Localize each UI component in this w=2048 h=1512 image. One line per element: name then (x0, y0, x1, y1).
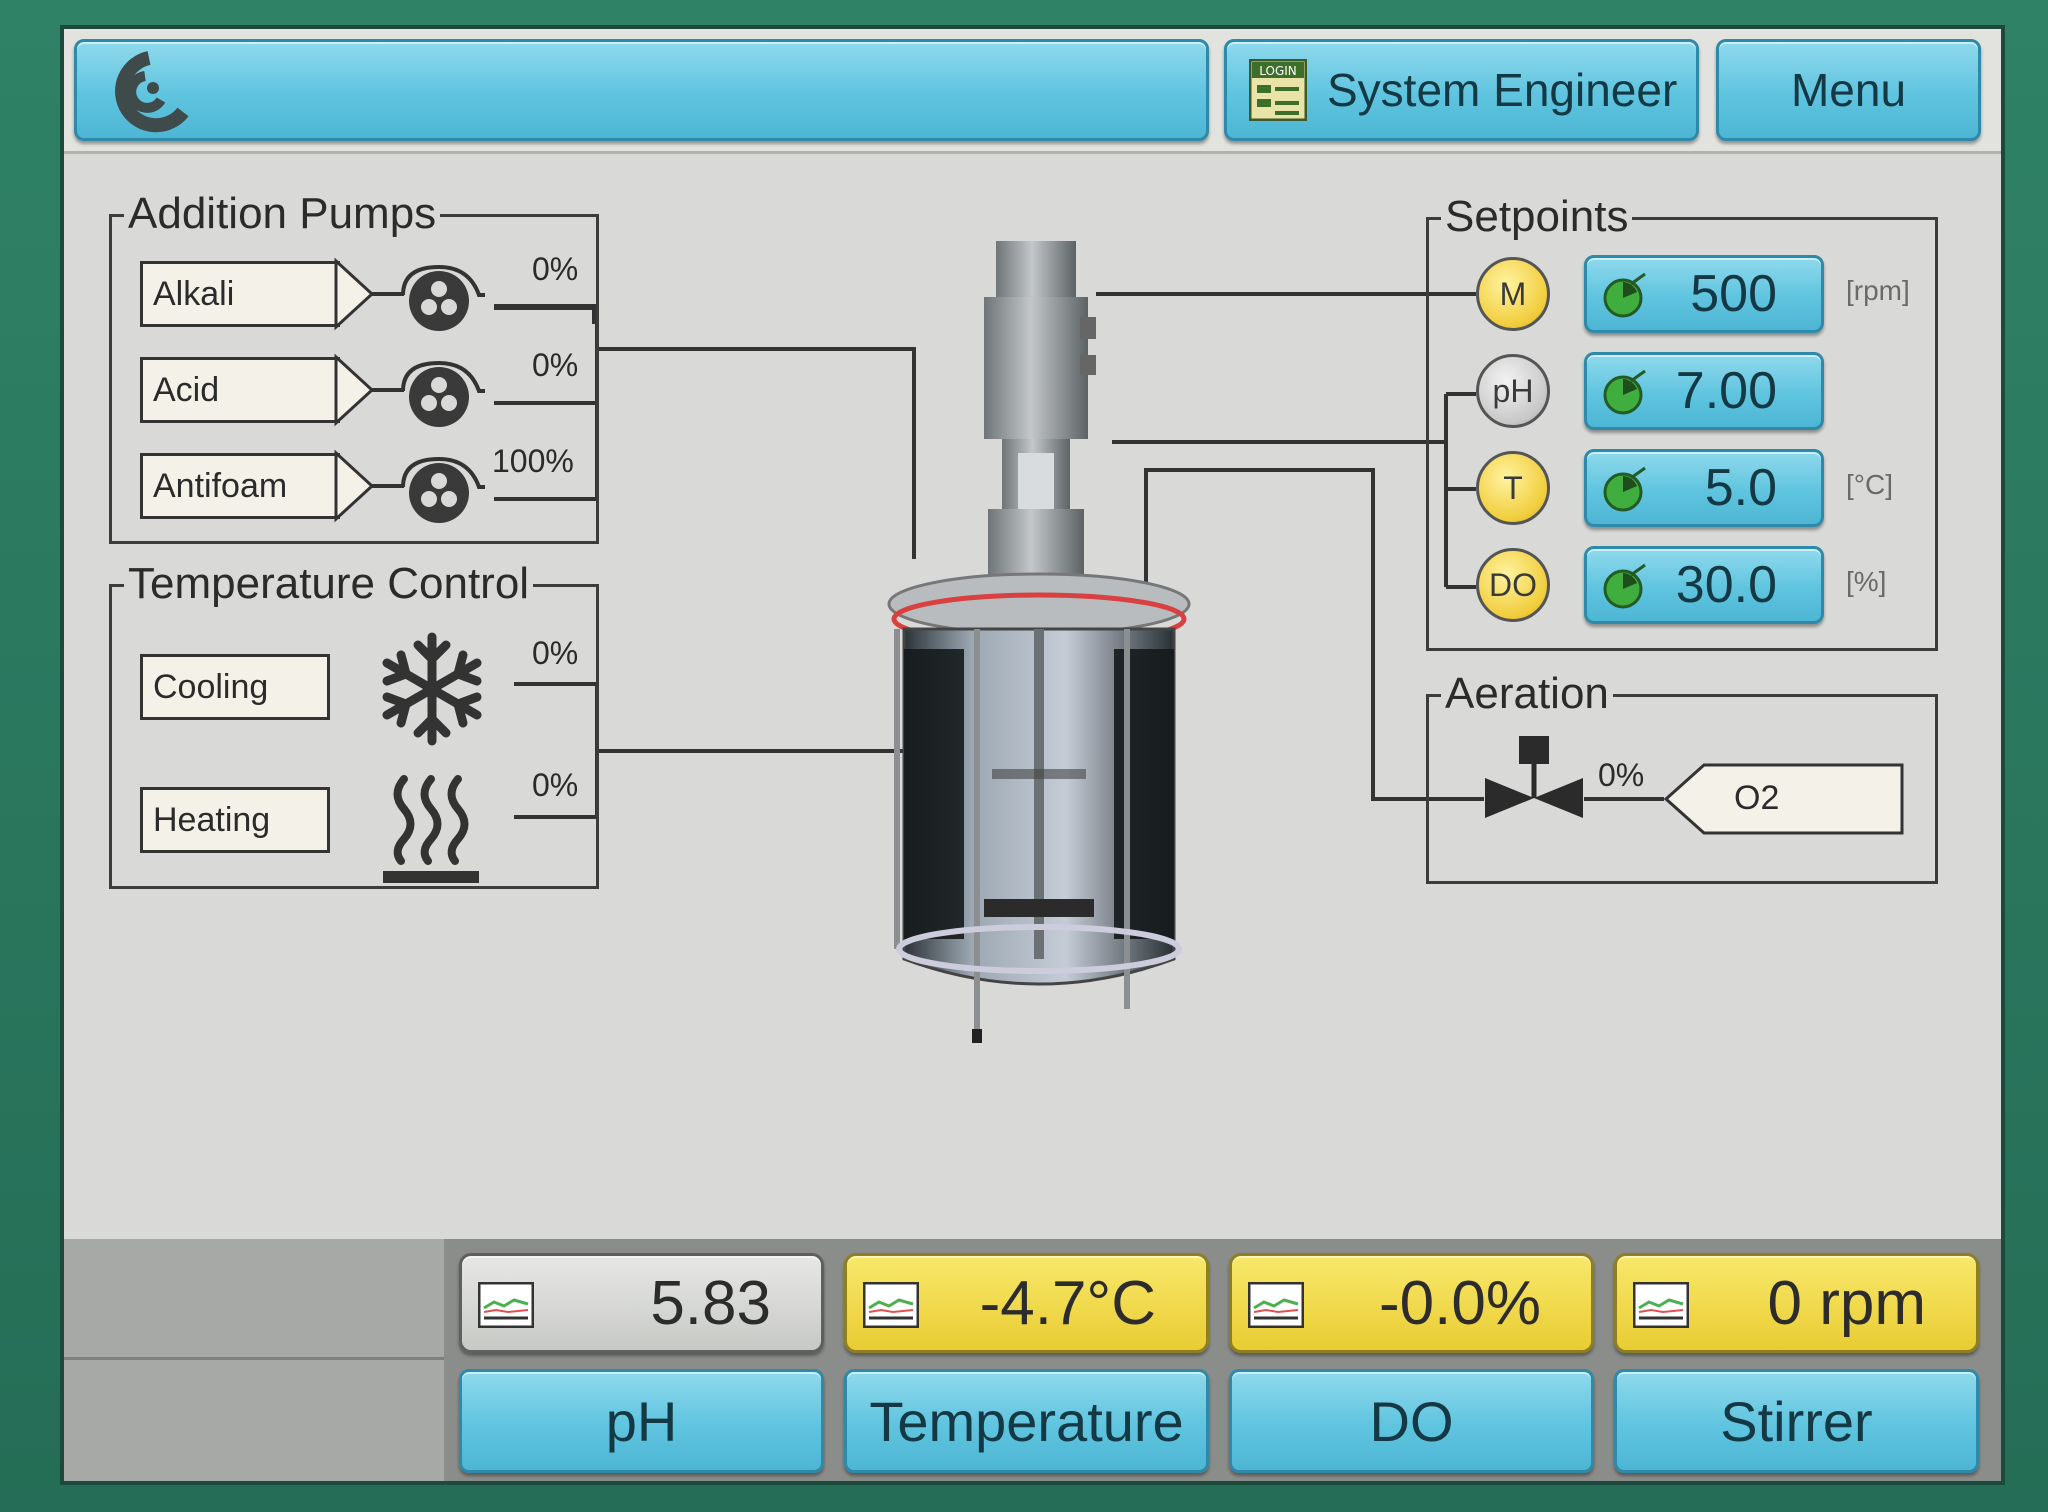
heating-label: Heating (153, 800, 271, 839)
setpoint-do-symbol: DO (1476, 548, 1550, 622)
readout-stirrer-value: 0 rpm (1767, 1268, 1926, 1338)
setpoint-stirrer-button[interactable]: 500 (1584, 255, 1824, 333)
heating-tag[interactable]: Heating (140, 787, 330, 853)
pump-alkali-percent: 0% (532, 251, 579, 287)
timer-icon (1603, 369, 1646, 415)
setpoint-temp-unit: [°C] (1846, 469, 1893, 500)
setpoint-temp-symbol: T (1476, 451, 1550, 525)
valve-icon[interactable] (1479, 734, 1589, 834)
setpoint-do-unit: [%] (1846, 566, 1887, 597)
setpoint-stirrer-value: 500 (1690, 265, 1777, 323)
cooling-tag[interactable]: Cooling (140, 654, 330, 720)
bioreactor-vessel-image[interactable] (874, 209, 1204, 1069)
setpoint-temp-value: 5.0 (1704, 459, 1777, 517)
setpoint-stirrer-symbol-text: M (1499, 275, 1527, 312)
readout-ph-value: 5.83 (650, 1268, 771, 1338)
setpoint-ph-symbol: pH (1476, 354, 1550, 428)
nav-stirrer-button[interactable]: Stirrer (1614, 1369, 1979, 1473)
pump-alkali-icon[interactable] (399, 261, 489, 341)
heating-icon[interactable] (379, 769, 489, 889)
nav-ph-button[interactable]: pH (459, 1369, 824, 1473)
readout-ph[interactable]: 5.83 (459, 1253, 824, 1353)
trend-chart-icon (1248, 1282, 1304, 1328)
nav-do-label: DO (1369, 1389, 1454, 1453)
readout-stirrer[interactable]: 0 rpm (1614, 1253, 1979, 1353)
aeration-percent: 0% (1598, 757, 1645, 793)
setpoints-title: Setpoints (1441, 192, 1633, 242)
pump-arrows (334, 257, 404, 523)
setpoint-stirrer-symbol: M (1476, 257, 1550, 331)
snowflake-icon[interactable] (372, 629, 492, 749)
trend-chart-icon (478, 1282, 534, 1328)
temperature-control-title: Temperature Control (124, 559, 534, 609)
setpoint-ph-button[interactable]: 7.00 (1584, 352, 1824, 430)
o2-gas-label[interactable]: O2 (1734, 779, 1779, 818)
bottom-bar: 5.83 -4.7°C -0.0% 0 rpm pH Temperature D… (64, 1239, 2001, 1481)
pump-acid-percent: 0% (532, 347, 579, 383)
nav-temperature-button[interactable]: Temperature (844, 1369, 1209, 1473)
nav-do-button[interactable]: DO (1229, 1369, 1594, 1473)
timer-icon (1603, 272, 1646, 318)
o2-tag-shape (1664, 763, 1904, 835)
readout-temperature-value: -4.7°C (979, 1268, 1156, 1338)
readout-do-value: -0.0% (1379, 1268, 1541, 1338)
setpoint-temp-button[interactable]: 5.0 (1584, 449, 1824, 527)
aeration-title: Aeration (1441, 669, 1613, 719)
setpoint-temp-symbol-text: T (1503, 469, 1523, 506)
setpoint-ph-value: 7.00 (1675, 362, 1777, 420)
pump-antifoam-percent: 100% (492, 443, 574, 479)
trend-chart-icon (1633, 1282, 1689, 1328)
bottom-left-blank (64, 1239, 444, 1481)
setpoint-stirrer-unit: [rpm] (1846, 275, 1910, 306)
pump-acid-icon[interactable] (399, 357, 489, 437)
nav-temperature-label: Temperature (869, 1389, 1184, 1453)
heating-percent: 0% (532, 767, 579, 803)
readout-do[interactable]: -0.0% (1229, 1253, 1594, 1353)
setpoint-do-button[interactable]: 30.0 (1584, 546, 1824, 624)
cooling-percent: 0% (532, 635, 579, 671)
cooling-label: Cooling (153, 667, 269, 706)
setpoint-ph-symbol-text: pH (1492, 372, 1534, 409)
hmi-screen: LOGIN System Engineer Menu Addition Pump… (60, 25, 2005, 1485)
timer-icon (1603, 563, 1646, 609)
trend-chart-icon (863, 1282, 919, 1328)
readout-temperature[interactable]: -4.7°C (844, 1253, 1209, 1353)
setpoint-do-value: 30.0 (1675, 556, 1777, 614)
timer-icon (1603, 466, 1646, 512)
nav-stirrer-label: Stirrer (1720, 1389, 1873, 1453)
setpoint-do-symbol-text: DO (1489, 566, 1537, 603)
nav-ph-label: pH (605, 1389, 678, 1453)
pump-antifoam-icon[interactable] (399, 453, 489, 533)
